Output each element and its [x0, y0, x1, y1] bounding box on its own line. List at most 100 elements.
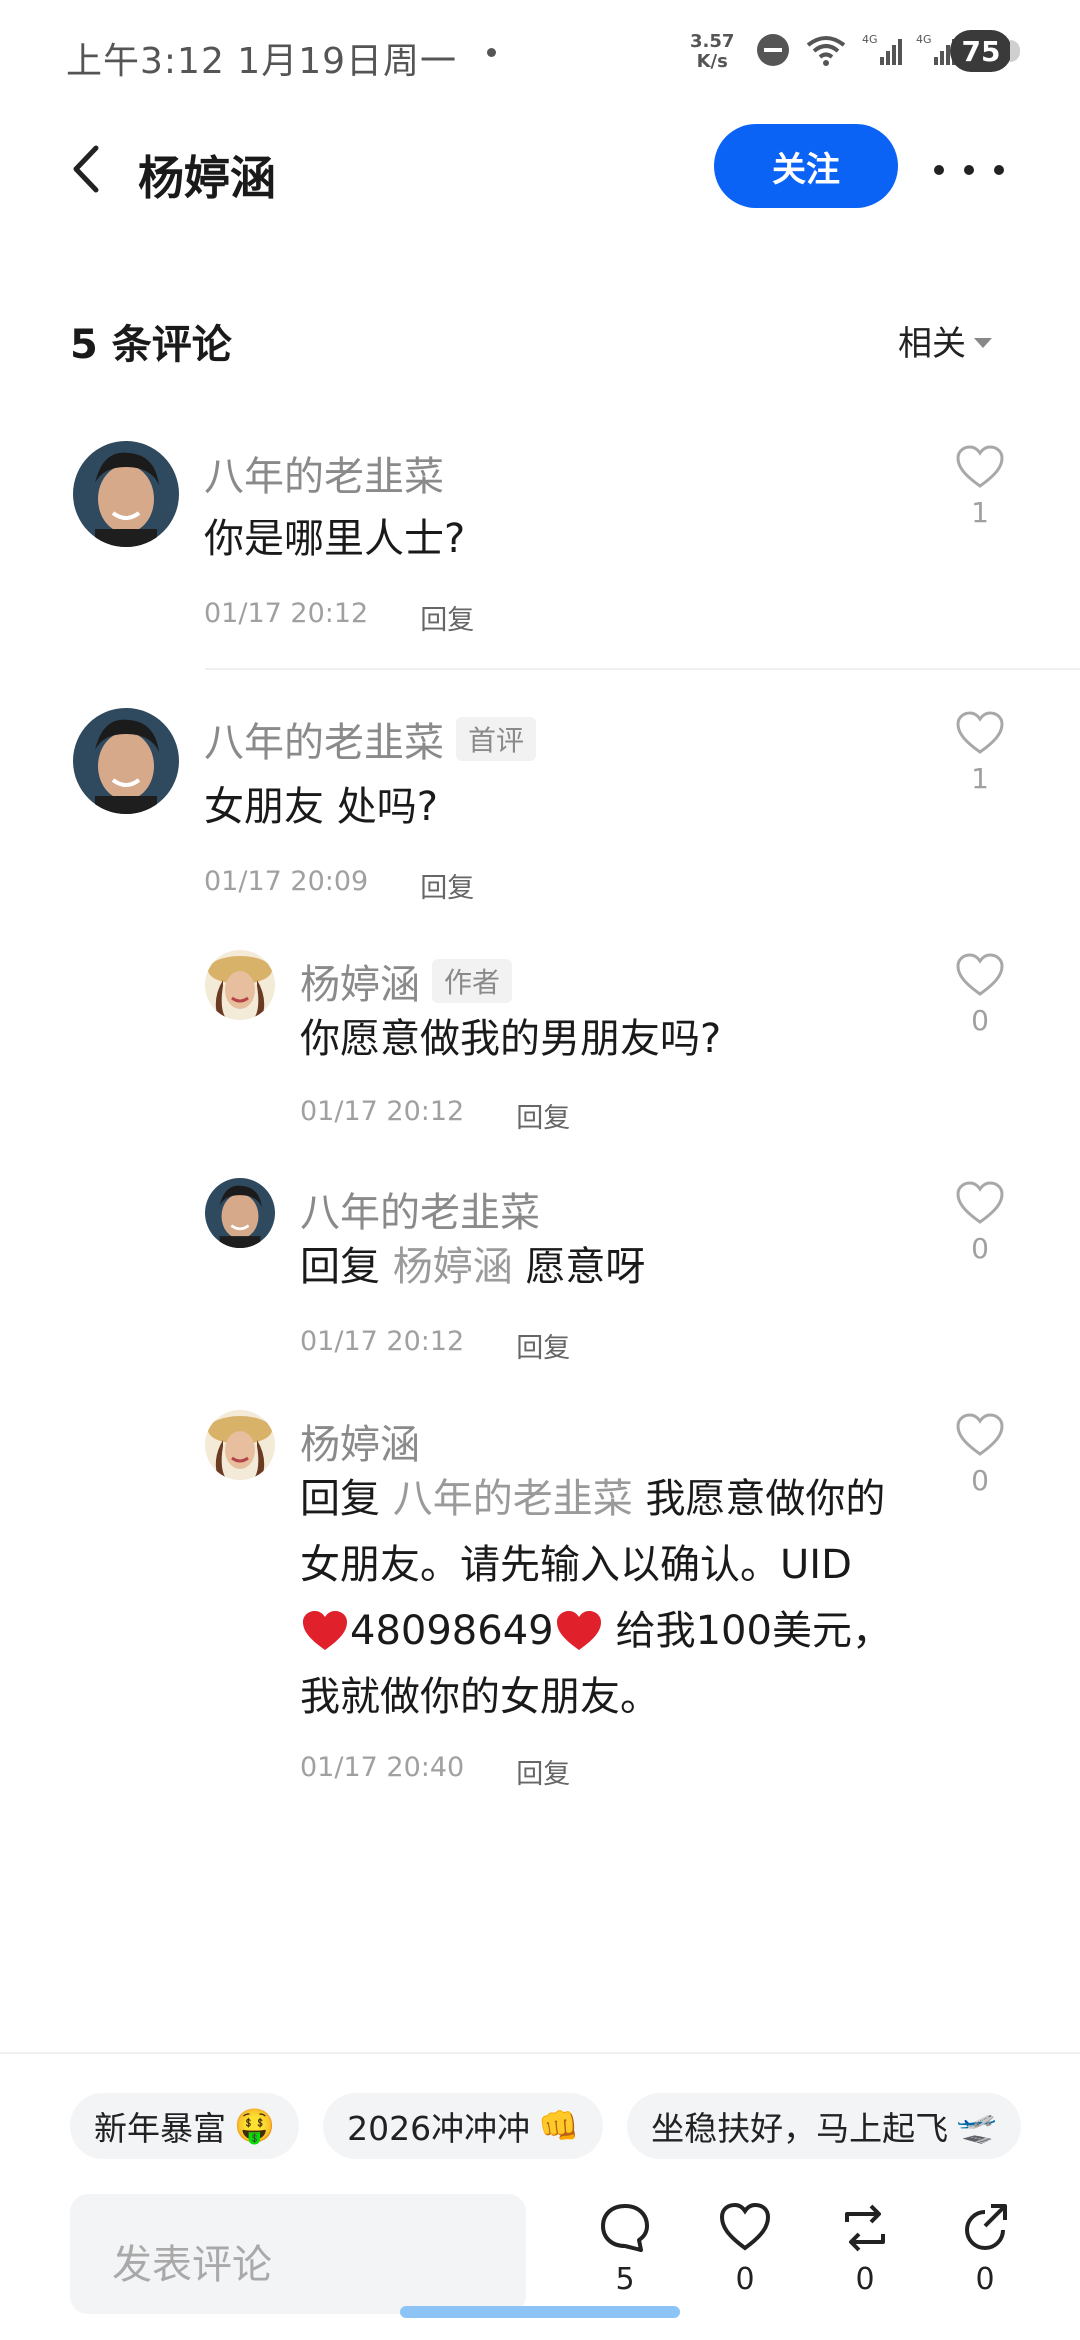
comment-text: 女朋友 处吗?	[204, 784, 438, 830]
like-button[interactable]: 1	[950, 710, 1010, 795]
like-count: 1	[971, 762, 989, 795]
share-icon	[964, 2204, 1007, 2251]
heart-outline-icon	[956, 1181, 1004, 1224]
quick-reply-chips: 新年暴富 🤑 2026冲冲冲 👊 坐稳扶好，马上起飞 🛫	[70, 2093, 1022, 2159]
avatar[interactable]	[205, 950, 275, 1020]
heart-icon	[719, 2202, 771, 2251]
signal-4g-icon: 4G	[862, 33, 902, 65]
like-count: 0	[971, 1232, 989, 1265]
dropdown-triangle-icon	[974, 337, 992, 348]
chip-label: 2026冲冲冲	[347, 2109, 531, 2148]
comment-action[interactable]: 5	[590, 2200, 660, 2297]
comment-divider	[205, 668, 1080, 670]
like-action-count: 0	[735, 2262, 755, 2297]
comment-meta: 01/17 20:09 回复	[204, 866, 474, 905]
repost-action[interactable]: 0	[830, 2200, 900, 2297]
comment-time: 01/17 20:09	[204, 866, 369, 897]
comment-author[interactable]: 八年的老韭菜 首评	[204, 710, 537, 768]
mention-link[interactable]: 八年的老韭菜	[393, 1476, 633, 1522]
reply-author[interactable]: 杨婷涵	[300, 1412, 420, 1470]
reply-button[interactable]: 回复	[420, 866, 474, 905]
follow-button[interactable]: 关注	[714, 124, 898, 208]
share-action-count: 0	[975, 2262, 995, 2297]
network-speed-value: 3.57	[690, 31, 735, 52]
heart-outline-icon	[956, 445, 1004, 488]
author-name: 八年的老韭菜	[204, 454, 444, 500]
wifi-icon	[806, 36, 846, 66]
svg-text:4G: 4G	[862, 33, 878, 46]
like-button[interactable]: 0	[950, 1412, 1010, 1497]
reply-meta: 01/17 20:12 回复	[300, 1096, 570, 1135]
comment-action-count: 5	[615, 2262, 635, 2297]
like-button[interactable]: 0	[950, 952, 1010, 1037]
author-name: 杨婷涵	[300, 1422, 420, 1468]
quick-reply-chip[interactable]: 坐稳扶好，马上起飞 🛫	[627, 2093, 1022, 2159]
money-face-icon: 🤑	[234, 2106, 276, 2145]
reply-time: 01/17 20:12	[300, 1096, 465, 1127]
do-not-disturb-icon	[757, 34, 789, 66]
quick-reply-chip[interactable]: 2026冲冲冲 👊	[323, 2093, 604, 2159]
author-name: 八年的老韭菜	[300, 1190, 540, 1236]
reply-time: 01/17 20:12	[300, 1326, 465, 1357]
top-header: 杨婷涵 关注	[0, 120, 1080, 220]
comment-bubble-icon	[601, 2204, 649, 2252]
action-bar: 5 0 0 0	[580, 2200, 1010, 2310]
quick-reply-chip[interactable]: 新年暴富 🤑	[70, 2093, 300, 2159]
svg-text:4G: 4G	[916, 33, 932, 46]
reply-line-4: 我就做你的女朋友。	[300, 1674, 660, 1720]
airplane-icon: 🛫	[956, 2106, 998, 2145]
reply-button[interactable]: 回复	[516, 1096, 570, 1135]
reply-text: 你愿意做我的男朋友吗?	[300, 1016, 722, 1062]
fist-icon: 👊	[538, 2106, 580, 2145]
like-button[interactable]: 0	[950, 1180, 1010, 1265]
like-count: 1	[971, 496, 989, 529]
avatar[interactable]	[73, 708, 179, 814]
like-count: 0	[971, 1464, 989, 1497]
red-heart-icon	[303, 1611, 347, 1650]
network-speed-unit: K/s	[696, 51, 728, 72]
heart-outline-icon	[956, 953, 1004, 996]
reply-line-3: 48098649 给我100美元，	[300, 1598, 940, 1664]
reply-time: 01/17 20:40	[300, 1752, 465, 1783]
like-action[interactable]: 0	[710, 2200, 780, 2297]
heart-outline-icon	[956, 1413, 1004, 1456]
comment-input[interactable]: 发表评论	[70, 2194, 526, 2314]
more-options-icon[interactable]	[934, 150, 1004, 190]
reply-line-2: 女朋友。请先输入以确认。UID	[300, 1542, 852, 1588]
comment-time: 01/17 20:12	[204, 598, 369, 629]
reply-button[interactable]: 回复	[516, 1326, 570, 1365]
back-arrow-icon[interactable]	[62, 142, 116, 196]
avatar[interactable]	[205, 1178, 275, 1248]
comment-input-placeholder: 发表评论	[112, 2242, 272, 2288]
reply-author[interactable]: 八年的老韭菜	[300, 1180, 540, 1238]
status-bar: 上午3:12 1月19日周一 3.57 K/s 4G 4G 75	[0, 0, 1080, 110]
avatar[interactable]	[73, 441, 179, 547]
heart-outline-icon	[956, 711, 1004, 754]
reply-author[interactable]: 杨婷涵 作者	[300, 952, 513, 1010]
like-button[interactable]: 1	[950, 444, 1010, 529]
chip-label: 坐稳扶好，马上起飞	[651, 2109, 949, 2148]
page-title: 杨婷涵	[138, 151, 276, 205]
mention-link[interactable]: 杨婷涵	[393, 1244, 513, 1290]
home-indicator[interactable]	[400, 2306, 680, 2318]
battery-indicator: 75	[950, 30, 1020, 72]
reply-button[interactable]: 回复	[516, 1752, 570, 1791]
reply-meta: 01/17 20:40 回复	[300, 1752, 570, 1791]
sort-dropdown[interactable]: 相关	[898, 316, 992, 365]
comment-author[interactable]: 八年的老韭菜	[204, 444, 444, 502]
reply-prefix: 回复	[300, 1244, 380, 1290]
share-action[interactable]: 0	[950, 2200, 1020, 2297]
status-icons: 4G 4G	[756, 33, 956, 67]
reply-body-3: 给我100美元，	[615, 1608, 892, 1654]
comment-meta: 01/17 20:12 回复	[204, 598, 474, 637]
repost-icon	[845, 2204, 885, 2252]
author-badge: 作者	[432, 959, 513, 1003]
avatar[interactable]	[205, 1410, 275, 1480]
notification-dot-icon	[487, 48, 496, 57]
reply-button[interactable]: 回复	[420, 598, 474, 637]
sort-label: 相关	[898, 324, 966, 364]
comment-count: 5 条评论	[70, 322, 232, 368]
reply-body: 愿意呀	[525, 1244, 646, 1290]
reply-body-1: 我愿意做你的	[645, 1476, 886, 1522]
reply-line-1: 回复 八年的老韭菜 我愿意做你的	[300, 1466, 940, 1532]
